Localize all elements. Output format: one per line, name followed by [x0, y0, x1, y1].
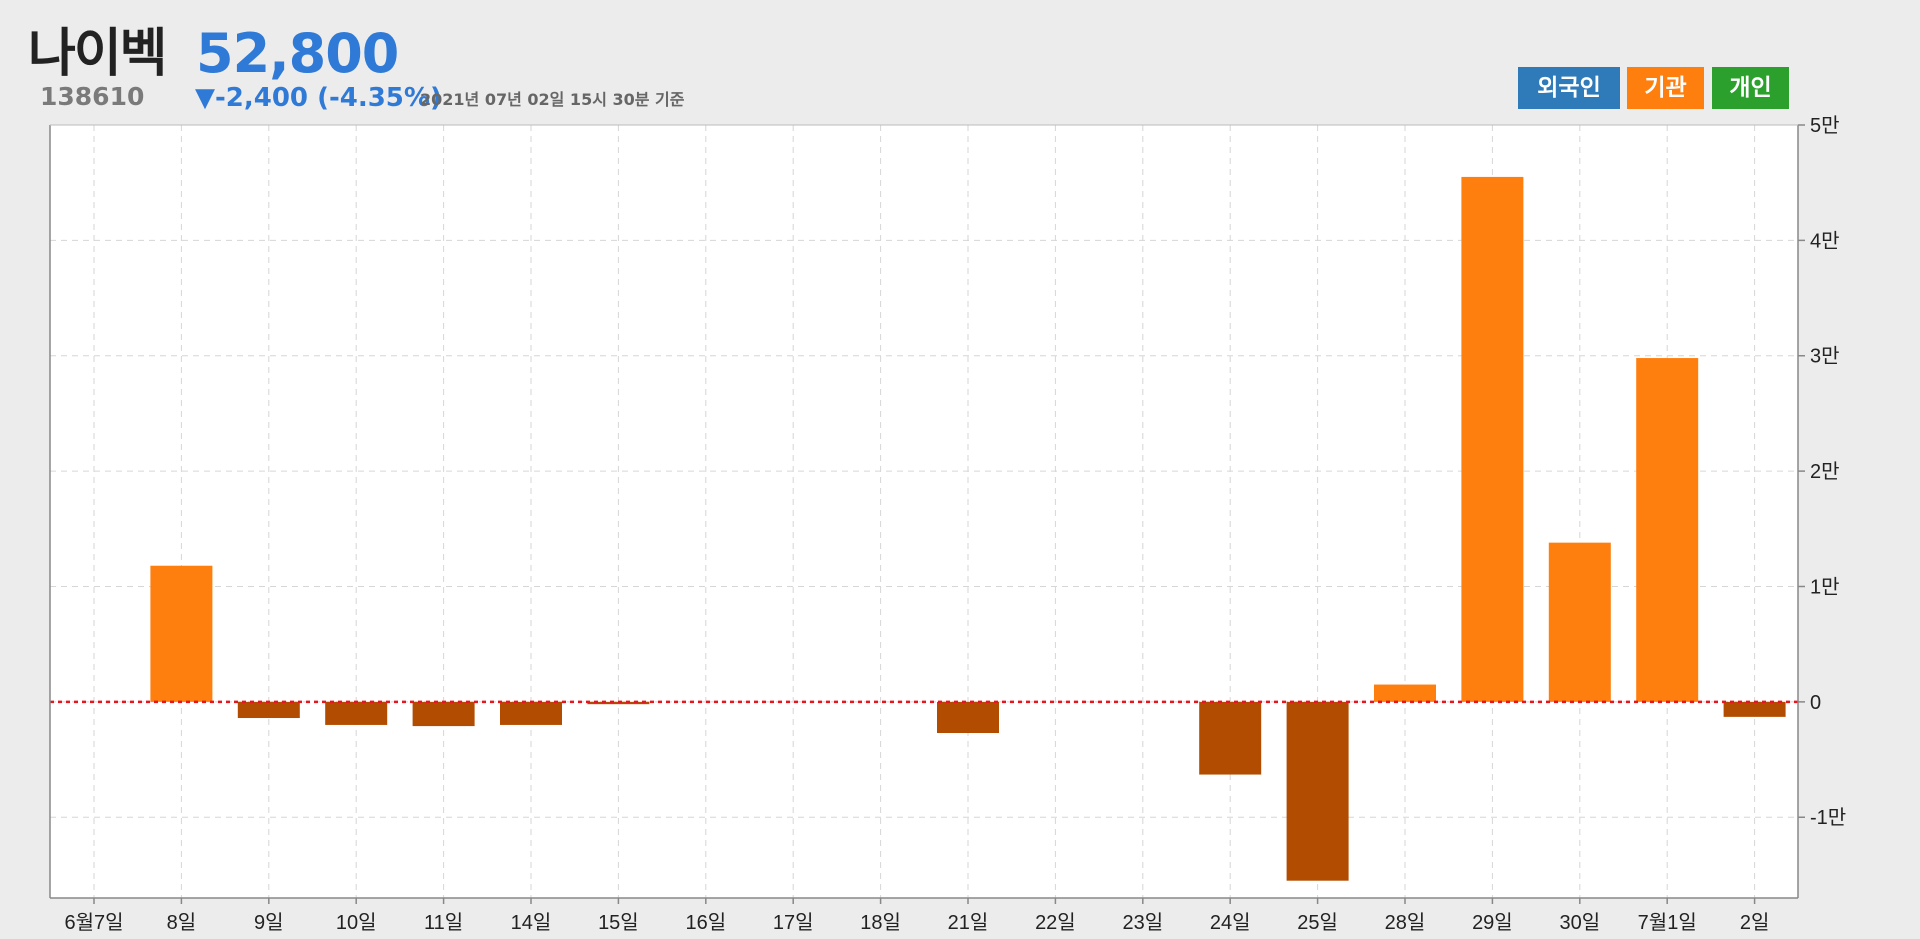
x-tick-label: 21일: [948, 911, 989, 934]
bar: [325, 701, 388, 725]
x-tick-label: 22일: [1035, 911, 1076, 934]
x-tick-label: 18일: [860, 911, 901, 934]
x-tick-label: 10일: [336, 911, 377, 934]
x-tick-label: 6월7일: [64, 911, 123, 934]
x-tick-label: 24일: [1210, 911, 1251, 934]
x-tick-label: 14일: [511, 911, 552, 934]
x-tick-label: 28일: [1385, 911, 1426, 934]
net-buying-bar-chart: 5만 4만 3만 2만 1만 0 -1만 6월7일 8일 9일 10일 11일 14일 15일 16일 17일…: [49, 114, 1846, 934]
bar: [937, 701, 999, 734]
bar: [1461, 176, 1524, 702]
y-tick-label: -1만: [1810, 806, 1846, 829]
y-tick-label: 4만: [1810, 229, 1840, 252]
bar: [412, 701, 475, 727]
x-tick-label: 15일: [598, 911, 639, 934]
x-tick-label: 25일: [1297, 911, 1338, 934]
bar: [1374, 684, 1436, 702]
y-tick-label: 3만: [1810, 345, 1840, 368]
x-tick-label: 29일: [1472, 911, 1513, 934]
y-tick-label: 1만: [1810, 575, 1840, 598]
y-tick-label: 0: [1810, 692, 1821, 714]
bar: [500, 701, 562, 725]
x-tick-label: 8일: [167, 911, 197, 934]
x-tick-label: 23일: [1122, 911, 1163, 934]
x-tick-label: 16일: [685, 911, 726, 934]
bar: [1286, 701, 1349, 881]
x-tick-label: 17일: [773, 911, 814, 934]
y-tick-label: 5만: [1810, 114, 1840, 137]
y-tick-label: 2만: [1810, 460, 1840, 483]
bar: [1636, 358, 1699, 702]
x-tick-label: 30일: [1559, 911, 1600, 934]
plot-area: [50, 125, 1798, 898]
bar: [237, 701, 300, 719]
bar: [1199, 701, 1262, 775]
x-tick-label: 11일: [424, 911, 463, 934]
bar: [150, 565, 213, 702]
bar: [1548, 542, 1611, 702]
x-tick-label: 2일: [1740, 911, 1770, 934]
x-tick-label: 7월1일: [1638, 911, 1697, 934]
x-tick-label: 9일: [254, 911, 284, 934]
bar: [1723, 701, 1786, 717]
